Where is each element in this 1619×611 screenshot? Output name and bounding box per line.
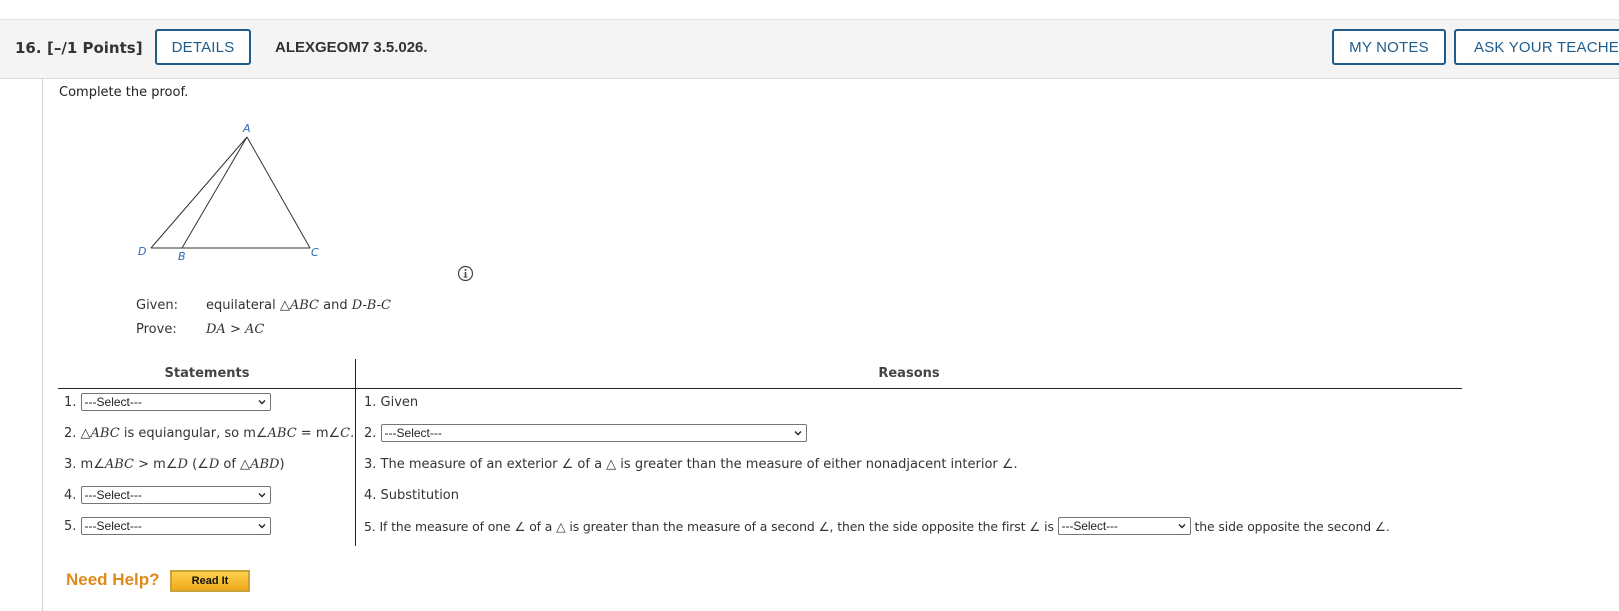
statement-text: ) — [279, 456, 285, 472]
prove-right: AC — [245, 322, 265, 337]
question-code: ALEXGEOM7 3.5.026. — [275, 39, 428, 56]
question-header: 16. [–/1 Points] DETAILS ALEXGEOM7 3.5.0… — [0, 20, 1619, 79]
chevron-down-icon — [794, 431, 802, 436]
statement-var: D — [177, 456, 188, 472]
statement-number: 2. — [64, 425, 77, 441]
chevron-down-icon — [258, 493, 266, 498]
vertex-label-d: D — [138, 245, 146, 258]
prove-label: Prove: — [136, 322, 177, 337]
header-rule — [58, 388, 1462, 389]
statement-text: > m∠ — [138, 456, 178, 472]
triangle-figure: A D B C — [138, 122, 319, 263]
content-left-border — [42, 79, 43, 611]
statement-text: m∠ — [80, 456, 105, 472]
statement-var: ABC — [90, 425, 120, 441]
vertex-label-c: C — [311, 246, 319, 259]
statement-text: of △ — [223, 456, 251, 472]
read-it-button[interactable]: Read It — [169, 569, 251, 593]
statement-text: (∠ — [192, 456, 209, 472]
reason-2: 2. ---Select--- — [364, 423, 807, 443]
statement-4-select[interactable]: ---Select--- — [80, 486, 271, 504]
prove-operator: > — [229, 322, 241, 337]
statement-number: 3. — [64, 456, 77, 472]
statement-text: is equiangular, so m∠ — [123, 425, 268, 441]
ask-your-teacher-button[interactable]: ASK YOUR TEACHE — [1454, 29, 1619, 65]
given-points: D-B-C — [351, 298, 391, 313]
statement-5-select[interactable]: ---Select--- — [80, 517, 271, 535]
need-help-label: Need Help? — [66, 570, 160, 589]
reason-5-text-after: the side opposite the second ∠. — [1194, 518, 1390, 534]
select-value: ---Select--- — [1061, 519, 1118, 533]
reason-5-select[interactable]: ---Select--- — [1057, 517, 1191, 535]
given-line: Given: equilateral △ABC and D-B-C — [136, 298, 391, 313]
vertex-label-a: A — [242, 122, 251, 135]
statement-text: = m∠ — [300, 425, 341, 441]
my-notes-button[interactable]: MY NOTES — [1332, 29, 1446, 65]
select-value: ---Select--- — [84, 488, 142, 502]
question-number: 16. — [15, 39, 42, 57]
prove-left: DA — [206, 322, 226, 337]
chevron-down-icon — [258, 524, 266, 529]
statement-number: 4. — [64, 487, 77, 503]
statement-3: 3. m∠ ABC > m∠ D (∠ D of △ ABD) — [64, 454, 285, 474]
statement-var: D — [208, 456, 220, 472]
statement-var: ABC — [104, 456, 135, 472]
statement-5: 5. ---Select--- — [64, 516, 271, 536]
statement-number: 5. — [64, 518, 77, 534]
reasons-header: Reasons — [878, 366, 940, 381]
statement-1: 1. ---Select--- — [64, 392, 271, 412]
reason-1: 1. Given — [364, 394, 419, 410]
top-spacer — [0, 0, 1619, 20]
reason-number: 2. — [364, 425, 377, 441]
prove-line: Prove: DA > AC — [136, 322, 264, 337]
given-label: Given: — [136, 298, 178, 313]
statement-text: △ — [80, 425, 91, 441]
select-value: ---Select--- — [384, 426, 442, 440]
question-points: [–/1 Points] — [47, 39, 143, 57]
select-value: ---Select--- — [84, 519, 142, 533]
given-prefix: equilateral △ — [206, 298, 290, 313]
given-and: and — [323, 298, 348, 313]
info-icon[interactable] — [457, 265, 474, 282]
select-value: ---Select--- — [84, 395, 142, 409]
reason-2-select[interactable]: ---Select--- — [380, 424, 807, 442]
instructions: Complete the proof. — [59, 85, 189, 100]
chevron-down-icon — [1178, 524, 1186, 529]
statement-number: 1. — [64, 394, 77, 410]
statement-var: C — [340, 425, 351, 441]
vertex-label-b: B — [178, 250, 186, 263]
statement-1-select[interactable]: ---Select--- — [80, 393, 271, 411]
statements-header: Statements — [164, 366, 250, 381]
reason-5-text-before: 5. If the measure of one ∠ of a △ is gre… — [364, 518, 1054, 534]
given-triangle: ABC — [289, 298, 319, 313]
statement-2: 2. △ ABC is equiangular, so m∠ ABC = m∠ C. — [64, 423, 354, 443]
statement-var: ABC — [267, 425, 297, 441]
details-button[interactable]: DETAILS — [155, 29, 251, 65]
statement-text: . — [350, 425, 355, 441]
chevron-down-icon — [258, 400, 266, 405]
reason-4: 4. Substitution — [364, 487, 459, 503]
reason-3: 3. The measure of an exterior ∠ of a △ i… — [364, 456, 1018, 472]
statement-4: 4. ---Select--- — [64, 485, 271, 505]
reason-5: 5. If the measure of one ∠ of a △ is gre… — [364, 516, 1390, 536]
triangle-lines — [150, 136, 311, 249]
statement-var: ABD — [250, 456, 280, 472]
